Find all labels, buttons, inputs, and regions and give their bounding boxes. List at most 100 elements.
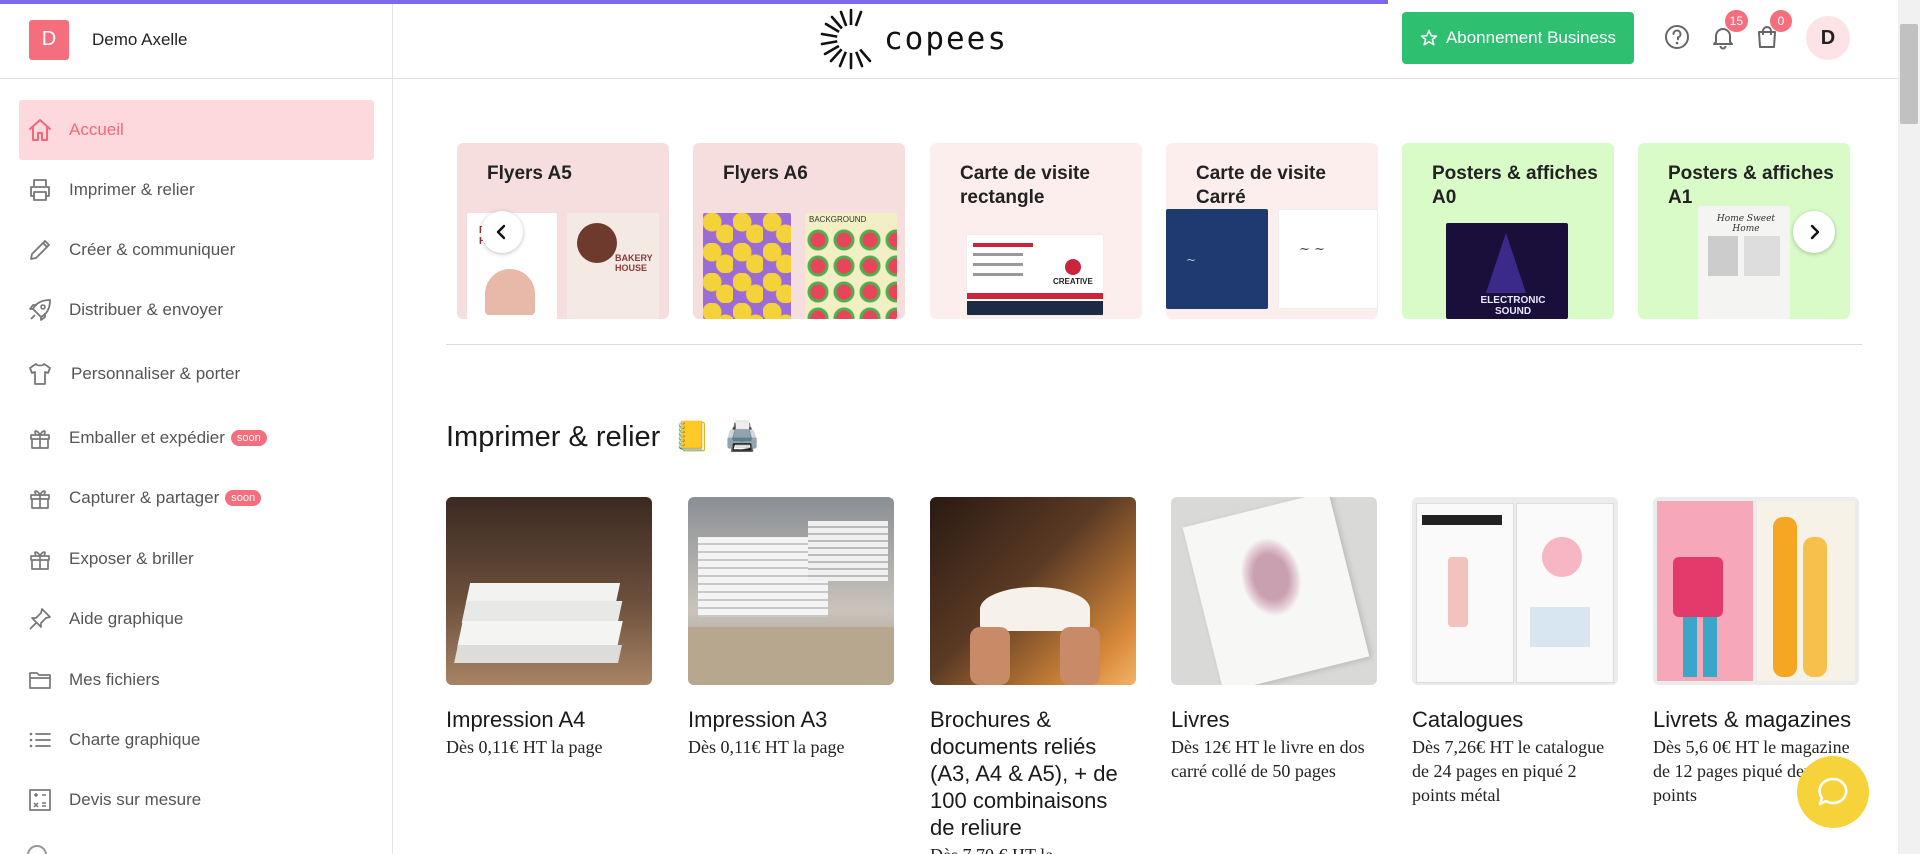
product-card-impression-a3[interactable]: Impression A3 Dès 0,11€ HT la page [688, 497, 894, 759]
product-card-brochures[interactable]: Brochures & documents reliés (A3, A4 & A… [930, 497, 1136, 854]
sidebar-item-personnaliser[interactable]: Personnaliser & porter [19, 344, 374, 404]
notifications-button[interactable]: 15 [1708, 10, 1748, 52]
product-image [688, 497, 894, 685]
navy-card-thumb: ~ [1166, 209, 1268, 309]
product-card-catalogues[interactable]: Catalogues Dès 7,26€ HT le catalogue de … [1412, 497, 1618, 807]
sidebar-item-label: Mes fichiers [69, 670, 160, 689]
sidebar-item-label: Charte graphique [69, 730, 201, 749]
thumb-text: BAKERY HOUSE [615, 253, 653, 273]
carousel-card-flyers-a6[interactable]: Flyers A6 BACKGROUND [693, 143, 905, 319]
page-loading-bar [0, 0, 1388, 4]
section-divider [446, 344, 1862, 345]
card-title: Posters & affiches A1 [1668, 163, 1834, 208]
sidebar-item-capturer[interactable]: Capturer & partager soon [19, 468, 374, 528]
product-price: Dès 0,11€ HT la page [446, 737, 603, 757]
sidebar-item-mes-fichiers[interactable]: Mes fichiers [19, 650, 374, 710]
main-content: Flyers A5 BAKERY HOUSE BAKERY HOUSE Flye… [394, 79, 1898, 854]
business-card-thumb: CREATIVE [966, 234, 1104, 316]
help-button[interactable] [1662, 22, 1692, 52]
carousel-prev-button[interactable] [481, 211, 523, 253]
chevron-right-icon [1810, 224, 1820, 240]
tshirt-icon [29, 363, 51, 385]
page-scrollbar-thumb[interactable] [1900, 24, 1918, 124]
calculator-icon [29, 789, 51, 811]
sidebar-item-label: Exposer & briller [69, 549, 194, 568]
pin-icon [29, 608, 51, 630]
sidebar-item-label: Devis sur mesure [69, 790, 202, 809]
electronic-poster-thumb: ELECTRONIC SOUND [1446, 223, 1568, 319]
product-image [1653, 497, 1859, 685]
product-name: Brochures & documents reliés (A3, A4 & A… [930, 707, 1118, 840]
logo-text: copees [884, 21, 1008, 57]
account-avatar[interactable]: D [1806, 16, 1850, 60]
business-button-label: Abonnement Business [1445, 28, 1617, 47]
soon-badge: soon [225, 490, 262, 506]
product-carousel: Flyers A5 BAKERY HOUSE BAKERY HOUSE Flye… [457, 143, 1857, 319]
product-price: Dès 0,11€ HT la page [688, 737, 845, 757]
product-price: Dès 12€ HT le livre en dos carré collé d… [1171, 737, 1365, 781]
product-name: Livrets & magazines [1653, 707, 1852, 732]
sidebar: Accueil Imprimer & relier Créer & commun… [0, 79, 393, 854]
page-scrollbar[interactable] [1898, 0, 1920, 854]
soon-badge: soon [230, 430, 267, 446]
chat-button[interactable] [1797, 756, 1869, 828]
sidebar-item-label: Imprimer & relier [69, 180, 195, 199]
lemon-pattern-thumb [703, 213, 791, 319]
product-image [930, 497, 1136, 685]
card-title: Flyers A5 [487, 163, 572, 184]
watermelon-pattern-thumb: BACKGROUND [805, 213, 897, 319]
thumb-text: Home Sweet Home [1716, 214, 1776, 234]
sidebar-more-icon [27, 845, 47, 854]
thumb-text: BACKGROUND [809, 215, 867, 224]
printer-emoji: 🖨️ [724, 421, 761, 453]
pencil-icon [30, 240, 50, 260]
cart-button[interactable]: 0 [1752, 10, 1792, 52]
sidebar-item-creer[interactable]: Créer & communiquer [19, 220, 374, 280]
product-name: Livres [1171, 707, 1230, 732]
folder-icon [29, 672, 51, 689]
business-subscription-button[interactable]: Abonnement Business [1402, 12, 1634, 64]
cart-badge: 0 [1770, 10, 1792, 32]
product-card-impression-a4[interactable]: Impression A4 Dès 0,11€ HT la page [446, 497, 652, 759]
sidebar-item-emballer[interactable]: Emballer et expédier soon [19, 408, 374, 468]
sidebar-item-exposer[interactable]: Exposer & briller [19, 529, 374, 589]
bakery-flyer-thumb-2: BAKERY HOUSE [567, 213, 659, 319]
gift-icon [30, 490, 50, 509]
user-initial-avatar: D [29, 19, 69, 60]
notifications-badge: 15 [1724, 10, 1748, 32]
sidebar-item-label: Créer & communiquer [69, 240, 236, 259]
card-title: Flyers A6 [723, 163, 808, 184]
sidebar-item-charte-graphique[interactable]: Charte graphique [19, 710, 374, 770]
gift-icon [30, 551, 50, 570]
gift-icon [30, 430, 50, 449]
printer-icon [30, 179, 50, 201]
top-header: D Demo Axelle copees Abonnement Business… [0, 0, 1920, 79]
rocket-icon [29, 299, 51, 321]
card-title: Carte de visite rectangle [960, 163, 1090, 208]
sidebar-item-label: Capturer & partager [69, 488, 220, 507]
product-card-livres[interactable]: Livres Dès 12€ HT le livre en dos carré … [1171, 497, 1377, 783]
carousel-card-carte-carre[interactable]: Carte de visite Carré ~ ~ ~ [1166, 143, 1378, 319]
star-icon [1420, 29, 1438, 46]
copees-logo[interactable]: copees [820, 8, 1008, 70]
sidebar-item-aide-graphique[interactable]: Aide graphique [19, 589, 374, 649]
product-name: Impression A3 [688, 707, 828, 732]
sidebar-item-distribuer[interactable]: Distribuer & envoyer [19, 280, 374, 340]
product-name: Impression A4 [446, 707, 586, 732]
signature-card-thumb: ~ ~ [1278, 209, 1378, 309]
product-image [1412, 497, 1618, 685]
sidebar-item-imprimer[interactable]: Imprimer & relier [19, 160, 374, 220]
sidebar-item-label: Distribuer & envoyer [69, 300, 224, 319]
carousel-card-carte-rectangle[interactable]: Carte de visite rectangle CREATIVE [930, 143, 1142, 319]
card-title: Carte de visite Carré [1196, 163, 1326, 208]
sidebar-item-accueil[interactable]: Accueil [19, 100, 374, 160]
sidebar-item-devis[interactable]: Devis sur mesure [19, 770, 374, 830]
sidebar-item-label: Aide graphique [69, 609, 184, 628]
user-switcher[interactable]: D Demo Axelle [0, 0, 393, 79]
home-icon [29, 119, 51, 141]
carousel-card-posters-a0[interactable]: Posters & affiches A0 ELECTRONIC SOUND [1402, 143, 1614, 319]
section-title-text: Imprimer & relier [446, 420, 661, 453]
chevron-left-icon [496, 224, 506, 240]
thumb-text: CREATIVE [1053, 277, 1093, 286]
carousel-next-button[interactable] [1793, 211, 1835, 253]
